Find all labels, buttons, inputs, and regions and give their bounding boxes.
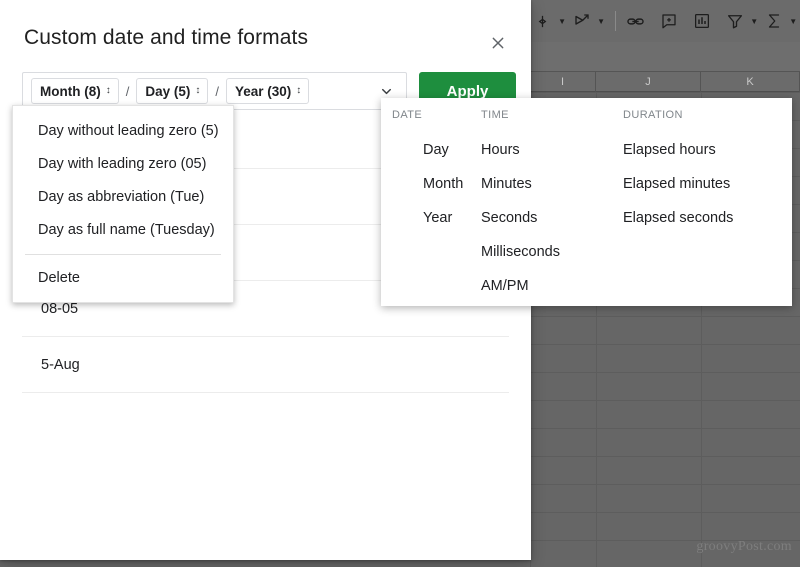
functions-sum-icon[interactable] — [761, 6, 786, 36]
token-chip-day-label: Day (5) — [145, 83, 191, 99]
merge-cells-icon[interactable] — [530, 6, 555, 36]
token-chip-month[interactable]: Month (8) ↕ — [31, 78, 119, 104]
token-chip-day-spinner[interactable]: ↕ — [195, 86, 200, 96]
text-rotation-caret[interactable]: ▼ — [594, 6, 608, 36]
token-separator-1: / — [125, 83, 130, 99]
menu-divider — [25, 254, 221, 255]
menu-item-day-no-leading-zero[interactable]: Day without leading zero (5) — [13, 114, 233, 147]
token-chip-month-label: Month (8) — [40, 83, 101, 99]
column-header-K[interactable]: K — [701, 72, 800, 92]
token-item-month[interactable]: Month — [392, 167, 481, 201]
menu-item-day-abbreviation[interactable]: Day as abbreviation (Tue) — [13, 180, 233, 213]
menu-item-day-leading-zero[interactable]: Day with leading zero (05) — [13, 147, 233, 180]
list-item[interactable]: 5-Aug — [22, 337, 509, 393]
token-item-minutes[interactable]: Minutes — [481, 167, 623, 201]
token-item-milliseconds[interactable]: Milliseconds — [481, 235, 623, 269]
insert-chart-icon[interactable] — [689, 6, 714, 36]
token-column-time-header: TIME — [481, 109, 509, 121]
token-column-date: DATE Day Month Year — [381, 109, 481, 303]
column-header-I[interactable]: I — [530, 72, 596, 92]
token-item-ampm[interactable]: AM/PM — [481, 269, 623, 303]
token-item-seconds[interactable]: Seconds — [481, 201, 623, 235]
menu-item-delete[interactable]: Delete — [13, 261, 233, 294]
menu-item-day-full-name[interactable]: Day as full name (Tuesday) — [13, 213, 233, 246]
column-header-J[interactable]: J — [596, 72, 701, 92]
token-item-elapsed-hours[interactable]: Elapsed hours — [623, 133, 791, 167]
token-item-hours[interactable]: Hours — [481, 133, 623, 167]
insert-link-icon[interactable] — [623, 6, 648, 36]
token-item-day[interactable]: Day — [392, 133, 481, 167]
merge-cells-caret[interactable]: ▼ — [555, 6, 569, 36]
token-item-year[interactable]: Year — [392, 201, 481, 235]
insert-comment-icon[interactable] — [656, 6, 681, 36]
token-chip-year[interactable]: Year (30) ↕ — [226, 78, 310, 104]
token-picker-panel: DATE Day Month Year TIME Hours Minutes S… — [381, 98, 792, 306]
text-rotation-icon[interactable] — [569, 6, 594, 36]
token-item-elapsed-minutes[interactable]: Elapsed minutes — [623, 167, 791, 201]
token-item-elapsed-seconds[interactable]: Elapsed seconds — [623, 201, 791, 235]
day-options-menu: Day without leading zero (5) Day with le… — [12, 105, 234, 303]
token-separator-2: / — [215, 83, 219, 99]
token-chip-year-label: Year (30) — [235, 83, 292, 99]
token-column-date-header: DATE — [392, 109, 423, 121]
token-column-duration: DURATION Elapsed hours Elapsed minutes E… — [623, 109, 791, 303]
token-column-duration-header: DURATION — [623, 109, 683, 121]
token-column-time: TIME Hours Minutes Seconds Milliseconds … — [481, 109, 623, 303]
functions-caret[interactable]: ▼ — [786, 6, 800, 36]
toolbar-divider — [614, 11, 616, 31]
filter-icon[interactable] — [722, 6, 747, 36]
watermark: groovyPost.com — [696, 539, 792, 554]
token-chip-year-spinner[interactable]: ↕ — [296, 86, 301, 96]
filter-caret[interactable]: ▼ — [747, 6, 761, 36]
page-title: Custom date and time formats — [24, 26, 309, 49]
screen: ▼ ▼ ▼ ▼ I J K groovyPost.com Custom date… — [0, 0, 800, 567]
token-chip-month-spinner[interactable]: ↕ — [106, 86, 111, 96]
token-chip-day[interactable]: Day (5) ↕ — [136, 78, 209, 104]
close-icon[interactable] — [485, 30, 511, 56]
